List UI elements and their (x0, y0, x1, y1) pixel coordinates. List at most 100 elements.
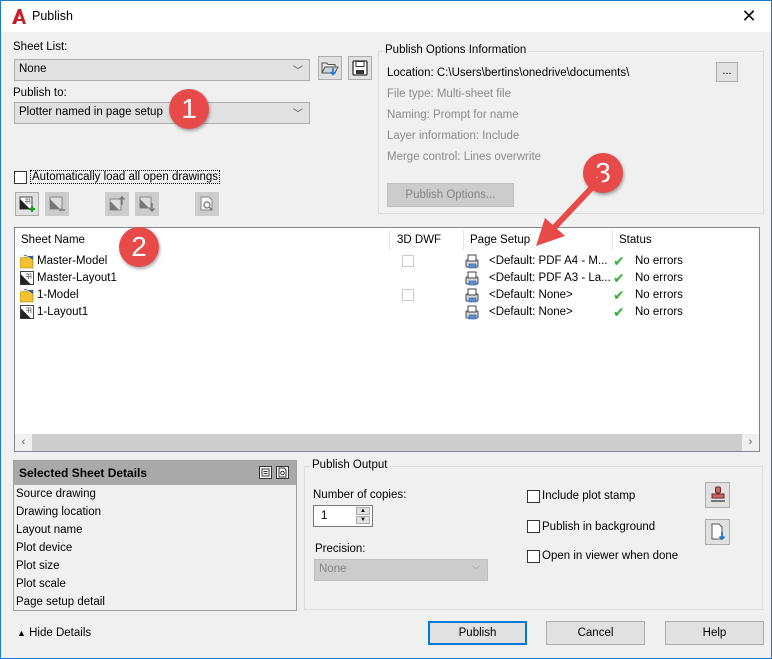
stamp-icon (710, 486, 725, 502)
publish-to-label: Publish to: (13, 87, 67, 99)
autocad-logo-icon (12, 9, 26, 24)
selected-sheet-details-panel: Selected Sheet Details Source drawing Dra… (13, 460, 297, 611)
annotation-badge-1: 1 (169, 89, 209, 129)
merge-control-text: Merge control: Lines overwrite (387, 151, 542, 163)
sheet-list-value: None (19, 63, 47, 75)
location-text: Location: C:\Users\bertins\onedrive\docu… (387, 67, 630, 79)
include-plot-stamp-label[interactable]: Include plot stamp (542, 490, 635, 502)
publish-background-checkbox[interactable] (527, 520, 540, 533)
publish-button[interactable]: Publish (428, 621, 527, 645)
column-header-page-setup[interactable]: Page Setup (464, 228, 536, 250)
remove-sheets-icon (49, 196, 65, 211)
cancel-button[interactable]: Cancel (546, 621, 645, 645)
table-row[interactable]: 1-Layout1 <Default: None> ✔ No errors (15, 304, 759, 321)
copies-spinner[interactable]: 1 ▲ ▼ (313, 505, 373, 527)
title-bar: Publish ✕ (1, 1, 771, 32)
status-value: No errors (635, 272, 683, 284)
copies-value[interactable]: 1 (321, 510, 327, 522)
chevron-down-icon: ﹀ (293, 66, 303, 77)
help-button[interactable]: Help (665, 621, 764, 645)
triangle-up-icon: ▲ (17, 628, 26, 638)
move-sheet-up-button[interactable] (105, 192, 129, 216)
naming-text: Naming: Prompt for name (387, 109, 519, 121)
scroll-right-icon[interactable]: › (742, 434, 759, 451)
detail-item: Plot size (16, 560, 60, 572)
page-setup-value[interactable]: <Default: None> (489, 289, 573, 301)
chevron-down-icon: ﹀ (293, 109, 303, 120)
folder-open-icon (321, 62, 339, 76)
publish-output-title: Publish Output (310, 459, 390, 471)
load-sheet-list-button[interactable] (318, 56, 342, 80)
close-button[interactable]: ✕ (737, 5, 761, 27)
detail-item: Plot device (16, 542, 73, 554)
publish-options-info-title: Publish Options Information (383, 44, 529, 56)
column-header-3d-dwf[interactable]: 3D DWF (391, 228, 447, 250)
column-divider (389, 230, 390, 250)
details-list-icon[interactable] (259, 466, 272, 479)
move-sheet-down-button[interactable] (135, 192, 159, 216)
details-preview-icon[interactable] (276, 466, 289, 479)
detail-item: Plot scale (16, 578, 66, 590)
table-row[interactable]: 1-Model <Default: None> ✔ No errors (15, 287, 759, 304)
scrollbar-thumb[interactable] (32, 434, 742, 451)
checkmark-icon: ✔ (613, 304, 625, 320)
layer-info-text: Layer information: Include (387, 130, 520, 142)
floppy-disk-icon (352, 60, 368, 76)
hide-details-toggle[interactable]: ▲ Hide Details (17, 627, 91, 639)
precision-dropdown[interactable]: None ﹀ (314, 559, 488, 581)
publish-to-value: Plotter named in page setup (19, 106, 163, 118)
preview-icon (200, 196, 213, 211)
table-row[interactable]: Master-Layout1 <Default: PDF A3 - La... ✔ N… (15, 270, 759, 287)
preview-button[interactable] (195, 192, 219, 216)
sheet-name: 1-Model (37, 289, 79, 301)
page-setup-value[interactable]: <Default: None> (489, 306, 573, 318)
precision-value: None (319, 563, 347, 575)
3d-dwf-checkbox[interactable] (402, 255, 414, 267)
move-down-icon (139, 196, 155, 212)
spin-down-icon[interactable]: ▼ (356, 516, 370, 524)
annotation-badge-2: 2 (119, 227, 159, 267)
move-up-icon (109, 196, 125, 211)
browse-location-button[interactable]: ... (716, 62, 738, 82)
sheet-name: Master-Layout1 (37, 272, 117, 284)
include-plot-stamp-checkbox[interactable] (527, 490, 540, 503)
plot-stamp-settings-button[interactable] (705, 482, 730, 508)
details-title: Selected Sheet Details (19, 466, 148, 480)
page-setup-value[interactable]: <Default: PDF A3 - La... (489, 272, 611, 284)
add-sheets-button[interactable] (15, 192, 39, 216)
3d-dwf-checkbox[interactable] (402, 289, 414, 301)
document-download-icon (711, 523, 725, 541)
auto-load-label[interactable]: Automatically load all open drawings (30, 170, 221, 184)
window-title: Publish (32, 9, 73, 23)
layout-sheet-icon (20, 271, 34, 288)
background-publish-settings-button[interactable] (705, 519, 730, 545)
publish-dialog: Publish ✕ Sheet List: None ﹀ Publish to:… (0, 0, 772, 659)
save-sheet-list-button[interactable] (348, 56, 372, 80)
spin-up-icon[interactable]: ▲ (356, 507, 370, 515)
horizontal-scrollbar[interactable]: ‹ › (15, 434, 759, 451)
annotation-arrow (536, 176, 604, 246)
copies-label: Number of copies: (313, 489, 407, 501)
sheet-name: Master-Model (37, 255, 108, 267)
page-setup-value[interactable]: <Default: PDF A4 - M... (489, 255, 608, 267)
remove-sheets-button[interactable] (45, 192, 69, 216)
status-value: No errors (635, 255, 683, 267)
column-header-sheet-name[interactable]: Sheet Name (15, 228, 91, 250)
hide-details-label: Hide Details (29, 627, 92, 639)
add-sheets-icon (19, 196, 35, 212)
publish-options-button[interactable]: Publish Options... (387, 183, 514, 207)
sheet-name: 1-Layout1 (37, 306, 89, 318)
publish-to-dropdown[interactable]: Plotter named in page setup ﹀ (14, 102, 310, 124)
sheet-list-label: Sheet List: (13, 41, 68, 53)
auto-load-checkbox[interactable] (14, 171, 27, 184)
open-viewer-checkbox[interactable] (527, 550, 540, 563)
detail-item: Page setup detail (16, 596, 105, 608)
scroll-left-icon[interactable]: ‹ (15, 434, 32, 451)
column-header-status[interactable]: Status (613, 228, 658, 250)
checkmark-icon: ✔ (613, 253, 625, 269)
layout-sheet-icon (20, 305, 34, 322)
open-viewer-label[interactable]: Open in viewer when done (542, 550, 678, 562)
sheet-list-dropdown[interactable]: None ﹀ (14, 59, 310, 81)
checkmark-icon: ✔ (613, 270, 625, 286)
publish-background-label[interactable]: Publish in background (542, 521, 655, 533)
